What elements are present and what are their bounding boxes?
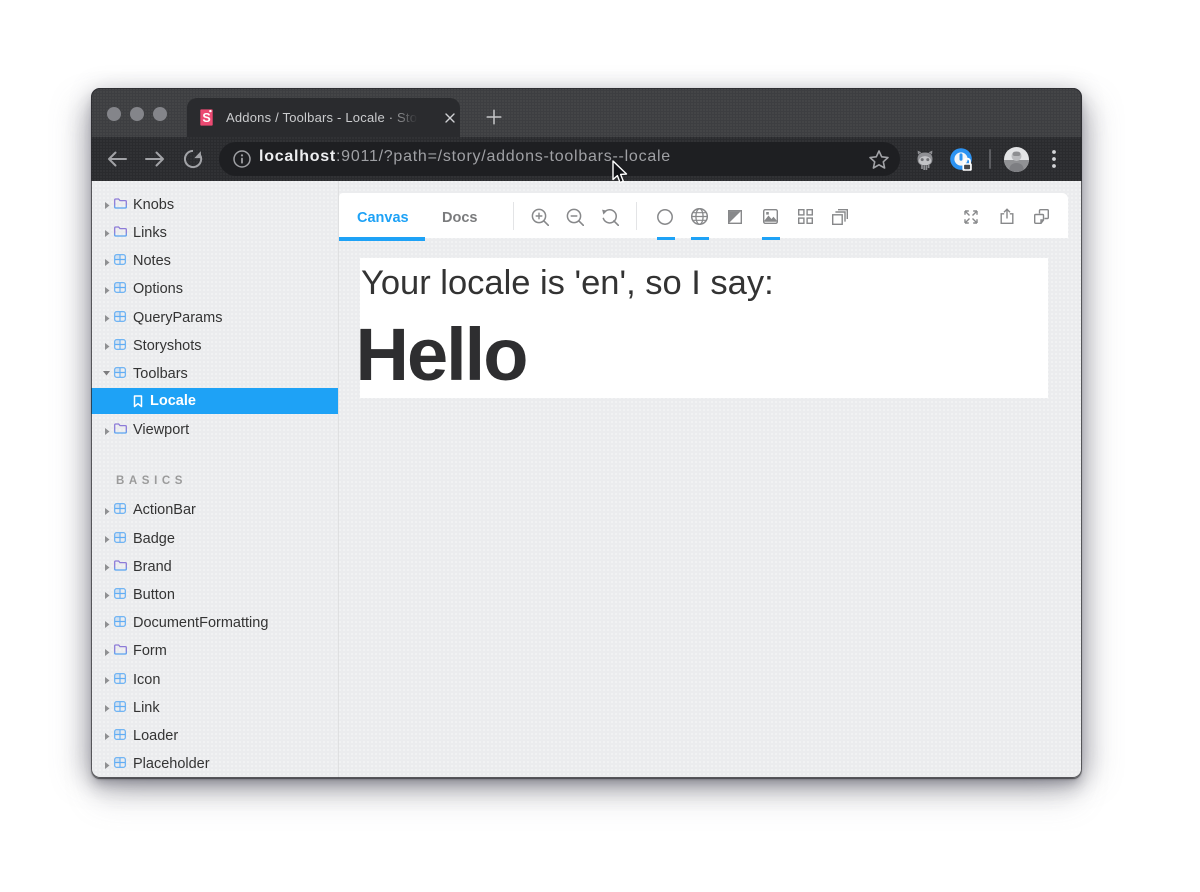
svg-text:S: S <box>202 111 210 125</box>
